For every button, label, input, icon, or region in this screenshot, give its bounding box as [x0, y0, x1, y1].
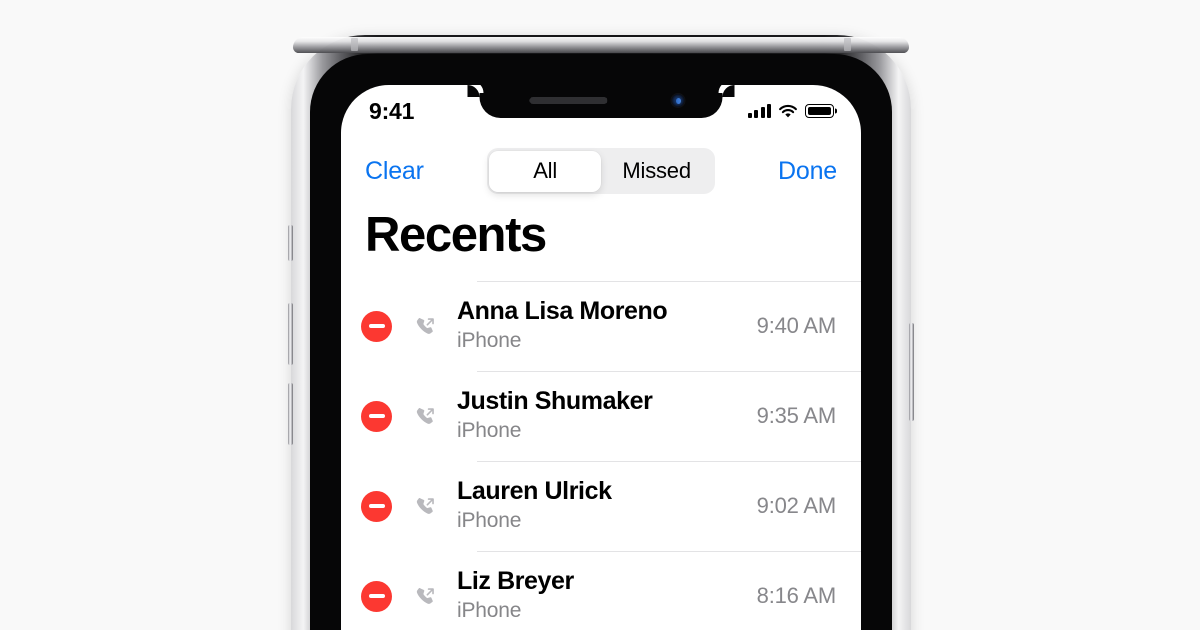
side-power-button[interactable] [909, 323, 914, 421]
contact-name: Lauren Ulrick [457, 477, 612, 506]
table-row[interactable]: Justin Shumaker iPhone 9:35 AM [341, 371, 861, 461]
volume-down-button[interactable] [288, 383, 293, 445]
front-camera-icon [671, 94, 685, 107]
row-content: Lauren Ulrick iPhone [457, 477, 757, 534]
call-time: 9:40 AM [756, 313, 837, 338]
status-bar-indicators [747, 104, 834, 119]
done-button[interactable]: Done [778, 157, 837, 186]
antenna-band-right [844, 38, 851, 51]
row-separator [477, 281, 861, 282]
outgoing-call-icon [410, 405, 440, 428]
outgoing-call-icon [410, 315, 440, 338]
device-bezel: 9:41 Clear All Missed Done Recents Anna … [310, 54, 892, 630]
battery-icon [805, 104, 834, 118]
recents-call-list: Anna Lisa Moreno iPhone 9:40 AM Justin S… [341, 281, 861, 630]
table-row[interactable]: Lauren Ulrick iPhone 9:02 AM [341, 461, 861, 551]
minus-circle-icon[interactable] [361, 400, 392, 432]
device-top-rim [293, 37, 909, 53]
minus-circle-icon[interactable] [361, 490, 392, 522]
status-bar-time: 9:41 [369, 97, 415, 124]
row-separator [477, 371, 861, 372]
contact-detail: iPhone [457, 419, 522, 443]
table-row[interactable]: Anna Lisa Moreno iPhone 9:40 AM [341, 281, 861, 371]
screenshot-canvas: 9:41 Clear All Missed Done Recents Anna … [0, 0, 1200, 630]
contact-detail: iPhone [457, 329, 522, 353]
call-time: 8:16 AM [756, 583, 837, 608]
tab-all[interactable]: All [489, 150, 601, 192]
row-content: Justin Shumaker iPhone [457, 387, 757, 444]
row-content: Anna Lisa Moreno iPhone [457, 297, 757, 354]
row-separator [477, 551, 861, 552]
navigation-bar: Clear All Missed Done [341, 131, 861, 211]
contact-name: Justin Shumaker [457, 387, 653, 416]
clear-button[interactable]: Clear [365, 157, 424, 186]
device-screen: 9:41 Clear All Missed Done Recents Anna … [341, 85, 861, 630]
wifi-icon [779, 104, 797, 117]
tab-missed[interactable]: Missed [601, 151, 713, 192]
volume-up-button[interactable] [288, 303, 293, 365]
earpiece-speaker-icon [529, 97, 608, 104]
row-separator [477, 461, 861, 462]
display-notch [467, 85, 735, 118]
signal-bars-icon [747, 104, 771, 118]
row-content: Liz Breyer iPhone [457, 567, 757, 624]
antenna-band-left [351, 38, 358, 51]
minus-circle-icon[interactable] [361, 310, 392, 342]
contact-name: Liz Breyer [457, 567, 574, 596]
ring-silent-switch[interactable] [288, 225, 293, 261]
outgoing-call-icon [410, 495, 440, 518]
call-time: 9:35 AM [756, 403, 837, 428]
outgoing-call-icon [410, 585, 440, 608]
table-row[interactable]: Liz Breyer iPhone 8:16 AM [341, 551, 861, 630]
call-filter-segmented-control[interactable]: All Missed [486, 148, 715, 194]
contact-detail: iPhone [457, 509, 522, 533]
minus-circle-icon[interactable] [361, 580, 392, 612]
page-title: Recents [365, 208, 547, 262]
contact-detail: iPhone [457, 599, 522, 623]
call-time: 9:02 AM [756, 493, 837, 518]
contact-name: Anna Lisa Moreno [457, 297, 668, 326]
iphone-device-frame: 9:41 Clear All Missed Done Recents Anna … [288, 35, 914, 630]
